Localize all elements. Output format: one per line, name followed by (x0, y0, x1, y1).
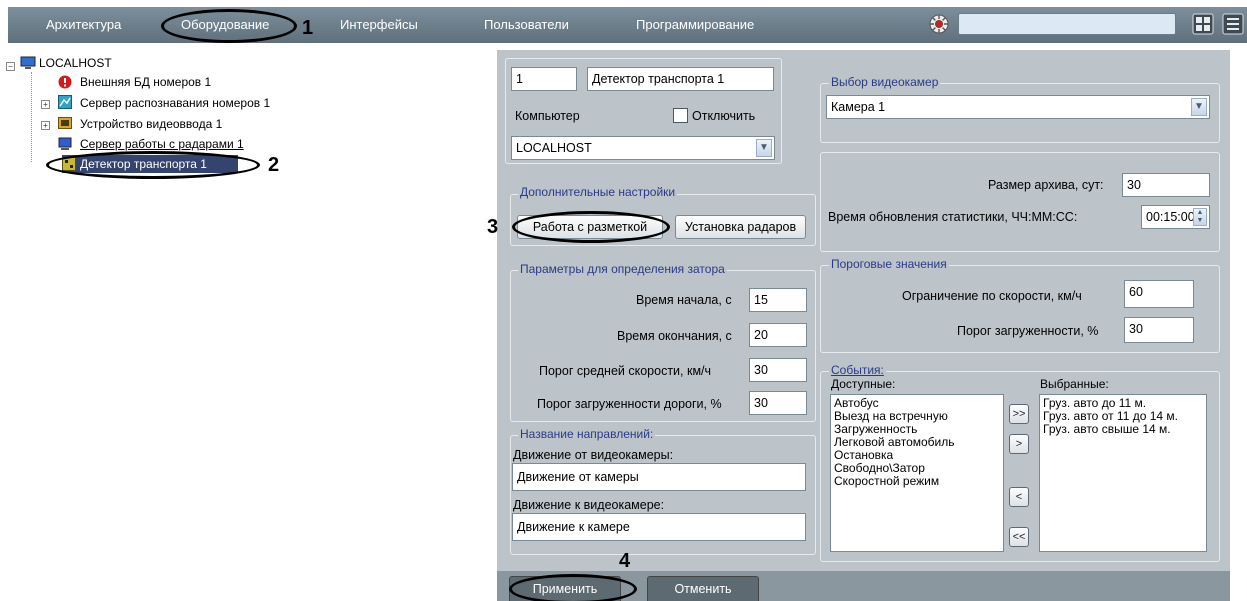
object-id-field[interactable]: 1 (511, 67, 577, 91)
load-threshold-label: Порог загруженности, % (957, 324, 1099, 338)
selected-events-list[interactable]: Груз. авто до 11 м. Груз. авто от 11 до … (1039, 394, 1207, 552)
chevron-down-icon[interactable]: ▼ (756, 139, 772, 157)
move-right-button[interactable]: > (1009, 434, 1029, 454)
object-name-field[interactable]: Детектор транспорта 1 (587, 67, 774, 91)
end-time-field[interactable]: 20 (749, 323, 807, 347)
search-input[interactable] (958, 13, 1176, 35)
road-load-field[interactable]: 30 (749, 391, 807, 415)
chevron-down-icon[interactable]: ▼ (1191, 98, 1207, 116)
events-title: События: (829, 363, 886, 377)
annotation-number-3: 3 (487, 216, 499, 238)
highlight-oval-detector (46, 151, 260, 179)
avg-speed-label: Порог средней скорости, км/ч (539, 364, 712, 378)
start-time-field[interactable]: 15 (749, 288, 807, 312)
thresholds-title: Пороговые значения (829, 257, 949, 271)
list-item[interactable]: Скоростной режим (834, 475, 1000, 488)
jam-params-title: Параметры для определения затора (518, 262, 727, 276)
disable-label: Отключить (692, 109, 756, 123)
archive-group (820, 152, 1220, 252)
tree-item-video-device[interactable]: Устройство видеоввода 1 (80, 115, 222, 133)
expand-icon[interactable]: + (41, 100, 50, 109)
annotation-number-2: 2 (268, 154, 280, 176)
selected-label: Выбранные: (1040, 377, 1109, 391)
move-left-button[interactable]: < (1009, 487, 1029, 507)
highlight-oval-equipment-tab (161, 9, 297, 43)
tree-item-localhost[interactable]: LOCALHOST (39, 54, 112, 72)
directions-title: Название направлений: (518, 427, 656, 441)
extra-settings-title: Дополнительные настройки (518, 185, 678, 199)
from-camera-field[interactable]: Движение от камеры (512, 463, 806, 491)
archive-size-label: Размер архива, сут: (988, 178, 1104, 192)
update-time-field[interactable]: 00:15:00 ▲ ▼ (1141, 205, 1210, 229)
tree-line (31, 72, 32, 162)
speed-limit-field[interactable]: 60 (1124, 280, 1194, 308)
radar-server-icon (58, 137, 72, 151)
camera-group-title: Выбор видеокамер (829, 75, 941, 89)
to-camera-label: Движение к видеокамере: (513, 498, 665, 512)
tab-architecture[interactable]: Архитектура (46, 7, 121, 43)
update-time-value: 00:15:00 (1146, 210, 1195, 224)
annotation-number-1: 1 (302, 17, 314, 39)
tab-users[interactable]: Пользователи (484, 7, 569, 43)
camera-select[interactable]: Камера 1 ▼ (826, 95, 1210, 119)
avg-speed-field[interactable]: 30 (749, 358, 807, 382)
disable-checkbox[interactable] (673, 108, 688, 123)
available-label: Доступные: (831, 377, 896, 391)
update-time-label: Время обновления статистики, ЧЧ:ММ:СС: (828, 210, 1078, 224)
highlight-oval-apply (509, 574, 637, 601)
cancel-button[interactable]: Отменить (647, 576, 759, 601)
start-time-label: Время начала, с (636, 293, 732, 307)
camera-select-value: Камера 1 (831, 100, 886, 114)
to-camera-field[interactable]: Движение к камере (512, 513, 806, 541)
video-device-icon (58, 116, 72, 130)
archive-size-field[interactable]: 30 (1122, 173, 1210, 197)
computer-label: Компьютер (515, 109, 580, 123)
speed-limit-label: Ограничение по скорости, км/ч (902, 289, 1082, 303)
computer-select[interactable]: LOCALHOST ▼ (511, 136, 775, 160)
recognition-server-icon (58, 95, 72, 109)
from-camera-label: Движение от видеокамеры: (513, 448, 674, 462)
tree-item-recognition-server[interactable]: Сервер распознавания номеров 1 (80, 94, 270, 112)
spinner-icon[interactable]: ▲ ▼ (1193, 208, 1207, 226)
highlight-oval-markup (512, 211, 670, 243)
move-all-left-button[interactable]: << (1009, 527, 1029, 547)
computer-select-value: LOCALHOST (516, 141, 592, 155)
computer-icon (20, 56, 36, 70)
collapse-icon[interactable]: − (6, 62, 15, 71)
annotation-number-4: 4 (619, 550, 631, 572)
expand-icon[interactable]: + (41, 121, 50, 130)
tree-item-external-db[interactable]: Внешняя БД номеров 1 (80, 73, 211, 91)
tab-programming[interactable]: Программирование (636, 7, 754, 43)
tab-interfaces[interactable]: Интерфейсы (340, 7, 418, 43)
end-time-label: Время окончания, с (617, 329, 732, 343)
layout-grid-icon[interactable] (1192, 13, 1214, 35)
list-item[interactable]: Груз. авто свыше 14 м. (1043, 423, 1203, 436)
gear-icon[interactable] (928, 13, 950, 35)
radar-setup-button[interactable]: Установка радаров (675, 215, 806, 239)
road-load-label: Порог загруженности дороги, % (537, 397, 722, 411)
error-icon (58, 75, 72, 89)
menu-icon[interactable] (1222, 13, 1244, 35)
move-all-right-button[interactable]: >> (1009, 404, 1029, 424)
load-threshold-field[interactable]: 30 (1124, 317, 1194, 343)
available-events-list[interactable]: Автобус Выезд на встречную Загруженность… (830, 394, 1004, 552)
